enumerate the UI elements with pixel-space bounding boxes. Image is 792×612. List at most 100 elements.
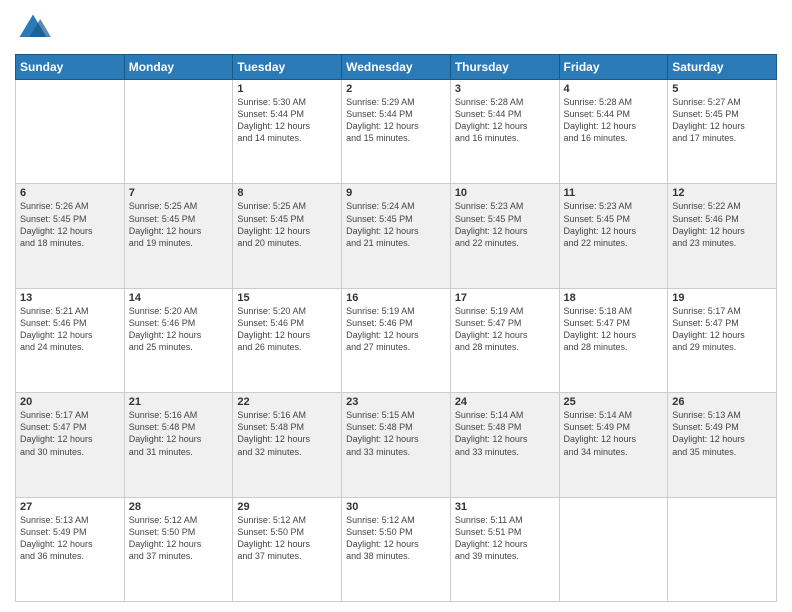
day-header-wednesday: Wednesday bbox=[342, 55, 451, 80]
calendar-cell: 29Sunrise: 5:12 AMSunset: 5:50 PMDayligh… bbox=[233, 497, 342, 601]
day-header-monday: Monday bbox=[124, 55, 233, 80]
day-info: Sunrise: 5:16 AMSunset: 5:48 PMDaylight:… bbox=[129, 409, 229, 458]
day-number: 14 bbox=[129, 292, 229, 304]
day-info: Sunrise: 5:14 AMSunset: 5:49 PMDaylight:… bbox=[564, 409, 664, 458]
day-info: Sunrise: 5:12 AMSunset: 5:50 PMDaylight:… bbox=[237, 514, 337, 563]
calendar-cell: 16Sunrise: 5:19 AMSunset: 5:46 PMDayligh… bbox=[342, 288, 451, 392]
day-info: Sunrise: 5:16 AMSunset: 5:48 PMDaylight:… bbox=[237, 409, 337, 458]
day-number: 10 bbox=[455, 187, 555, 199]
day-number: 20 bbox=[20, 396, 120, 408]
day-info: Sunrise: 5:22 AMSunset: 5:46 PMDaylight:… bbox=[672, 200, 772, 249]
calendar-week-row: 27Sunrise: 5:13 AMSunset: 5:49 PMDayligh… bbox=[16, 497, 777, 601]
calendar-cell: 24Sunrise: 5:14 AMSunset: 5:48 PMDayligh… bbox=[450, 393, 559, 497]
day-header-thursday: Thursday bbox=[450, 55, 559, 80]
calendar-cell: 21Sunrise: 5:16 AMSunset: 5:48 PMDayligh… bbox=[124, 393, 233, 497]
calendar-cell: 3Sunrise: 5:28 AMSunset: 5:44 PMDaylight… bbox=[450, 80, 559, 184]
day-info: Sunrise: 5:27 AMSunset: 5:45 PMDaylight:… bbox=[672, 96, 772, 145]
day-number: 17 bbox=[455, 292, 555, 304]
day-info: Sunrise: 5:20 AMSunset: 5:46 PMDaylight:… bbox=[129, 305, 229, 354]
calendar-cell: 14Sunrise: 5:20 AMSunset: 5:46 PMDayligh… bbox=[124, 288, 233, 392]
day-info: Sunrise: 5:15 AMSunset: 5:48 PMDaylight:… bbox=[346, 409, 446, 458]
day-info: Sunrise: 5:12 AMSunset: 5:50 PMDaylight:… bbox=[346, 514, 446, 563]
day-number: 11 bbox=[564, 187, 664, 199]
day-info: Sunrise: 5:11 AMSunset: 5:51 PMDaylight:… bbox=[455, 514, 555, 563]
calendar-cell: 4Sunrise: 5:28 AMSunset: 5:44 PMDaylight… bbox=[559, 80, 668, 184]
day-number: 4 bbox=[564, 83, 664, 95]
day-info: Sunrise: 5:19 AMSunset: 5:46 PMDaylight:… bbox=[346, 305, 446, 354]
day-info: Sunrise: 5:14 AMSunset: 5:48 PMDaylight:… bbox=[455, 409, 555, 458]
day-number: 2 bbox=[346, 83, 446, 95]
calendar-cell: 1Sunrise: 5:30 AMSunset: 5:44 PMDaylight… bbox=[233, 80, 342, 184]
day-number: 9 bbox=[346, 187, 446, 199]
day-info: Sunrise: 5:13 AMSunset: 5:49 PMDaylight:… bbox=[20, 514, 120, 563]
day-number: 15 bbox=[237, 292, 337, 304]
calendar-cell bbox=[16, 80, 125, 184]
calendar-cell: 25Sunrise: 5:14 AMSunset: 5:49 PMDayligh… bbox=[559, 393, 668, 497]
day-info: Sunrise: 5:25 AMSunset: 5:45 PMDaylight:… bbox=[237, 200, 337, 249]
calendar-cell: 19Sunrise: 5:17 AMSunset: 5:47 PMDayligh… bbox=[668, 288, 777, 392]
page-header bbox=[15, 10, 777, 46]
day-info: Sunrise: 5:24 AMSunset: 5:45 PMDaylight:… bbox=[346, 200, 446, 249]
calendar-cell: 6Sunrise: 5:26 AMSunset: 5:45 PMDaylight… bbox=[16, 184, 125, 288]
day-header-saturday: Saturday bbox=[668, 55, 777, 80]
day-header-tuesday: Tuesday bbox=[233, 55, 342, 80]
day-number: 22 bbox=[237, 396, 337, 408]
day-number: 24 bbox=[455, 396, 555, 408]
day-number: 25 bbox=[564, 396, 664, 408]
calendar-cell: 9Sunrise: 5:24 AMSunset: 5:45 PMDaylight… bbox=[342, 184, 451, 288]
day-info: Sunrise: 5:28 AMSunset: 5:44 PMDaylight:… bbox=[564, 96, 664, 145]
day-info: Sunrise: 5:17 AMSunset: 5:47 PMDaylight:… bbox=[672, 305, 772, 354]
day-number: 16 bbox=[346, 292, 446, 304]
day-number: 3 bbox=[455, 83, 555, 95]
calendar-cell: 20Sunrise: 5:17 AMSunset: 5:47 PMDayligh… bbox=[16, 393, 125, 497]
calendar-week-row: 6Sunrise: 5:26 AMSunset: 5:45 PMDaylight… bbox=[16, 184, 777, 288]
calendar-cell: 26Sunrise: 5:13 AMSunset: 5:49 PMDayligh… bbox=[668, 393, 777, 497]
day-info: Sunrise: 5:30 AMSunset: 5:44 PMDaylight:… bbox=[237, 96, 337, 145]
calendar-header-row: SundayMondayTuesdayWednesdayThursdayFrid… bbox=[16, 55, 777, 80]
calendar-cell: 22Sunrise: 5:16 AMSunset: 5:48 PMDayligh… bbox=[233, 393, 342, 497]
calendar-cell: 10Sunrise: 5:23 AMSunset: 5:45 PMDayligh… bbox=[450, 184, 559, 288]
day-info: Sunrise: 5:23 AMSunset: 5:45 PMDaylight:… bbox=[564, 200, 664, 249]
calendar-cell bbox=[668, 497, 777, 601]
day-number: 23 bbox=[346, 396, 446, 408]
day-number: 27 bbox=[20, 501, 120, 513]
day-number: 18 bbox=[564, 292, 664, 304]
day-info: Sunrise: 5:18 AMSunset: 5:47 PMDaylight:… bbox=[564, 305, 664, 354]
day-info: Sunrise: 5:13 AMSunset: 5:49 PMDaylight:… bbox=[672, 409, 772, 458]
day-info: Sunrise: 5:25 AMSunset: 5:45 PMDaylight:… bbox=[129, 200, 229, 249]
day-info: Sunrise: 5:28 AMSunset: 5:44 PMDaylight:… bbox=[455, 96, 555, 145]
day-number: 19 bbox=[672, 292, 772, 304]
day-info: Sunrise: 5:20 AMSunset: 5:46 PMDaylight:… bbox=[237, 305, 337, 354]
calendar-cell: 7Sunrise: 5:25 AMSunset: 5:45 PMDaylight… bbox=[124, 184, 233, 288]
day-number: 31 bbox=[455, 501, 555, 513]
calendar-cell: 5Sunrise: 5:27 AMSunset: 5:45 PMDaylight… bbox=[668, 80, 777, 184]
day-info: Sunrise: 5:19 AMSunset: 5:47 PMDaylight:… bbox=[455, 305, 555, 354]
calendar-cell: 13Sunrise: 5:21 AMSunset: 5:46 PMDayligh… bbox=[16, 288, 125, 392]
day-info: Sunrise: 5:21 AMSunset: 5:46 PMDaylight:… bbox=[20, 305, 120, 354]
calendar-week-row: 1Sunrise: 5:30 AMSunset: 5:44 PMDaylight… bbox=[16, 80, 777, 184]
day-number: 30 bbox=[346, 501, 446, 513]
day-info: Sunrise: 5:26 AMSunset: 5:45 PMDaylight:… bbox=[20, 200, 120, 249]
day-number: 7 bbox=[129, 187, 229, 199]
day-number: 13 bbox=[20, 292, 120, 304]
calendar-cell: 15Sunrise: 5:20 AMSunset: 5:46 PMDayligh… bbox=[233, 288, 342, 392]
calendar-cell bbox=[124, 80, 233, 184]
day-info: Sunrise: 5:17 AMSunset: 5:47 PMDaylight:… bbox=[20, 409, 120, 458]
calendar-table: SundayMondayTuesdayWednesdayThursdayFrid… bbox=[15, 54, 777, 602]
calendar-cell: 12Sunrise: 5:22 AMSunset: 5:46 PMDayligh… bbox=[668, 184, 777, 288]
day-number: 6 bbox=[20, 187, 120, 199]
calendar-cell: 2Sunrise: 5:29 AMSunset: 5:44 PMDaylight… bbox=[342, 80, 451, 184]
day-number: 8 bbox=[237, 187, 337, 199]
calendar-week-row: 13Sunrise: 5:21 AMSunset: 5:46 PMDayligh… bbox=[16, 288, 777, 392]
day-info: Sunrise: 5:23 AMSunset: 5:45 PMDaylight:… bbox=[455, 200, 555, 249]
logo bbox=[15, 10, 55, 46]
calendar-cell: 17Sunrise: 5:19 AMSunset: 5:47 PMDayligh… bbox=[450, 288, 559, 392]
calendar-cell: 8Sunrise: 5:25 AMSunset: 5:45 PMDaylight… bbox=[233, 184, 342, 288]
calendar-cell: 23Sunrise: 5:15 AMSunset: 5:48 PMDayligh… bbox=[342, 393, 451, 497]
day-number: 21 bbox=[129, 396, 229, 408]
calendar-week-row: 20Sunrise: 5:17 AMSunset: 5:47 PMDayligh… bbox=[16, 393, 777, 497]
calendar-cell: 31Sunrise: 5:11 AMSunset: 5:51 PMDayligh… bbox=[450, 497, 559, 601]
day-number: 5 bbox=[672, 83, 772, 95]
day-header-sunday: Sunday bbox=[16, 55, 125, 80]
day-number: 29 bbox=[237, 501, 337, 513]
